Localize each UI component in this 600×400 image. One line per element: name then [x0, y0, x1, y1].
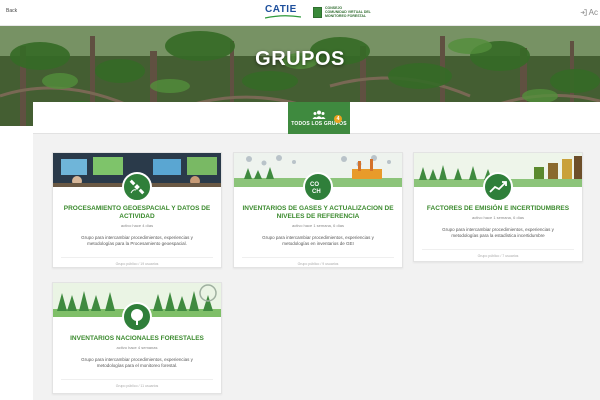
card-title[interactable]: INVENTARIOS DE GASES Y ACTUALIZACION DE …: [242, 205, 394, 221]
mf-logo-icon: [313, 6, 322, 18]
back-link[interactable]: Back: [6, 8, 17, 14]
satellite-icon: [122, 172, 152, 202]
logos: CATIE CONSEJO COMUNIDAD VIRTUAL DEL MONI…: [265, 5, 371, 19]
card-title[interactable]: FACTORES DE EMISIÓN E INCERTIDUMBRES: [422, 205, 574, 213]
catie-logo[interactable]: CATIE: [265, 5, 301, 19]
svg-text:CH: CH: [312, 189, 321, 195]
card-description: Grupo para intercambiar procedimientos, …: [262, 235, 374, 246]
catie-swoosh-icon: [265, 15, 301, 19]
card-activity: activo hace 4 días: [120, 223, 154, 228]
card-description: Grupo para intercambiar procedimientos, …: [442, 227, 554, 238]
top-bar: Back CATIE CONSEJO COMUNIDAD VIRTUAL DEL…: [0, 0, 600, 26]
card-title[interactable]: PROCESAMIENTO GEOESPACIAL Y DATOS DE ACT…: [61, 205, 213, 221]
monitoreo-forestal-logo[interactable]: CONSEJO COMUNIDAD VIRTUAL DEL MONITOREO …: [313, 6, 371, 18]
login-button[interactable]: Ac: [580, 8, 598, 17]
group-card-inventarios-gases[interactable]: CO CH INVENTARIOS DE GASES Y ACTUALIZACI…: [233, 152, 403, 268]
co2-ch4-icon: CO CH: [303, 172, 333, 202]
card-footer: Grupo público / 11 usuarios: [61, 379, 213, 388]
group-card-factores-emision[interactable]: FACTORES DE EMISIÓN E INCERTIDUMBRES act…: [413, 152, 583, 262]
trend-chart-icon: [483, 172, 513, 202]
card-activity: activo hace 4 semanas: [116, 345, 158, 350]
card-description: Grupo para intercambiar procedimientos, …: [81, 357, 193, 368]
card-title[interactable]: INVENTARIOS NACIONALES FORESTALES: [61, 335, 213, 343]
count-badge: 4: [334, 115, 342, 123]
card-footer: Grupo público / 19 usuarios: [61, 257, 213, 266]
svg-text:CO: CO: [310, 182, 319, 188]
group-card-geoespacial[interactable]: PROCESAMIENTO GEOESPACIAL Y DATOS DE ACT…: [52, 152, 222, 268]
users-icon: [312, 110, 326, 119]
tree-icon: [122, 302, 152, 332]
card-footer: Grupo público / 9 usuarios: [242, 257, 394, 266]
card-activity: activo hace 1 semana, 6 días: [471, 215, 525, 220]
page-title: GRUPOS: [255, 48, 345, 70]
tab-all-groups[interactable]: TODOS LOS GRUPOS 4: [288, 102, 350, 134]
group-card-inventarios-forestales[interactable]: INVENTARIOS NACIONALES FORESTALES activo…: [52, 282, 222, 394]
card-footer: Grupo público / 7 usuarios: [422, 249, 574, 258]
login-icon: [580, 9, 587, 16]
card-description: Grupo para intercambiar procedimientos, …: [81, 235, 193, 246]
card-activity: activo hace 1 semana, 6 días: [291, 223, 345, 228]
left-margin: [0, 126, 33, 400]
